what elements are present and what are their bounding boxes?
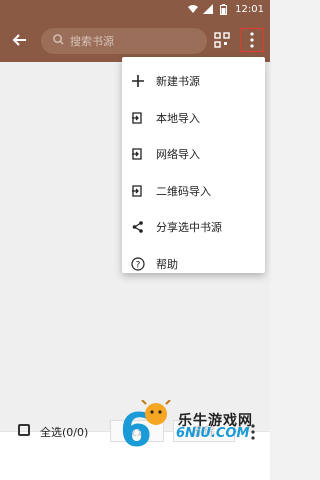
search-icon [53,34,64,48]
wifi-icon [188,4,199,14]
share-icon [130,219,146,235]
menu-item-local-import[interactable]: 本地导入 [122,100,265,137]
more-vertical-icon[interactable] [240,28,264,52]
status-time: 12:01 [235,3,264,15]
menu-item-new-source[interactable]: 新建书源 [122,63,265,100]
signal-icon [203,4,214,14]
watermark-subtext: 6NiU.COM [176,426,250,441]
menu-item-label: 分享选中书源 [156,221,222,235]
menu-item-label: 帮助 [156,257,178,271]
menu-item-network-import[interactable]: 网络导入 [122,136,265,173]
menu-item-label: 新建书源 [156,75,200,89]
watermark-logo: 6 乐牛游戏网 6NiU.COM [118,400,268,450]
menu-item-label: 二维码导入 [156,184,211,198]
status-bar: 12:01 [0,0,270,18]
battery-icon [218,3,228,15]
select-all-checkbox[interactable] [18,424,30,436]
plus-icon [130,73,146,89]
help-icon: ? [130,256,146,272]
menu-item-qr-import[interactable]: 二维码导入 [122,173,265,210]
import-icon [130,146,146,162]
menu-item-share-selected[interactable]: 分享选中书源 [122,209,265,246]
menu-item-label: 本地导入 [156,111,200,125]
overflow-menu: 新建书源 本地导入 网络导入 二维码导入 分享选中书源 ? 帮助 [122,57,265,273]
search-placeholder: 搜索书源 [70,35,114,48]
import-icon [130,183,146,199]
svg-text:?: ? [136,260,141,270]
menu-item-help[interactable]: ? 帮助 [122,246,265,283]
search-input[interactable]: 搜索书源 [41,28,207,54]
qr-scan-icon[interactable] [210,28,234,52]
toolbar: 搜索书源 [0,18,270,62]
mascot-logo: 6 [120,400,171,450]
arrow-left-icon[interactable] [8,28,32,52]
menu-item-label: 网络导入 [156,148,200,162]
import-icon [130,110,146,126]
select-all-label: 全选(0/0) [40,426,89,439]
